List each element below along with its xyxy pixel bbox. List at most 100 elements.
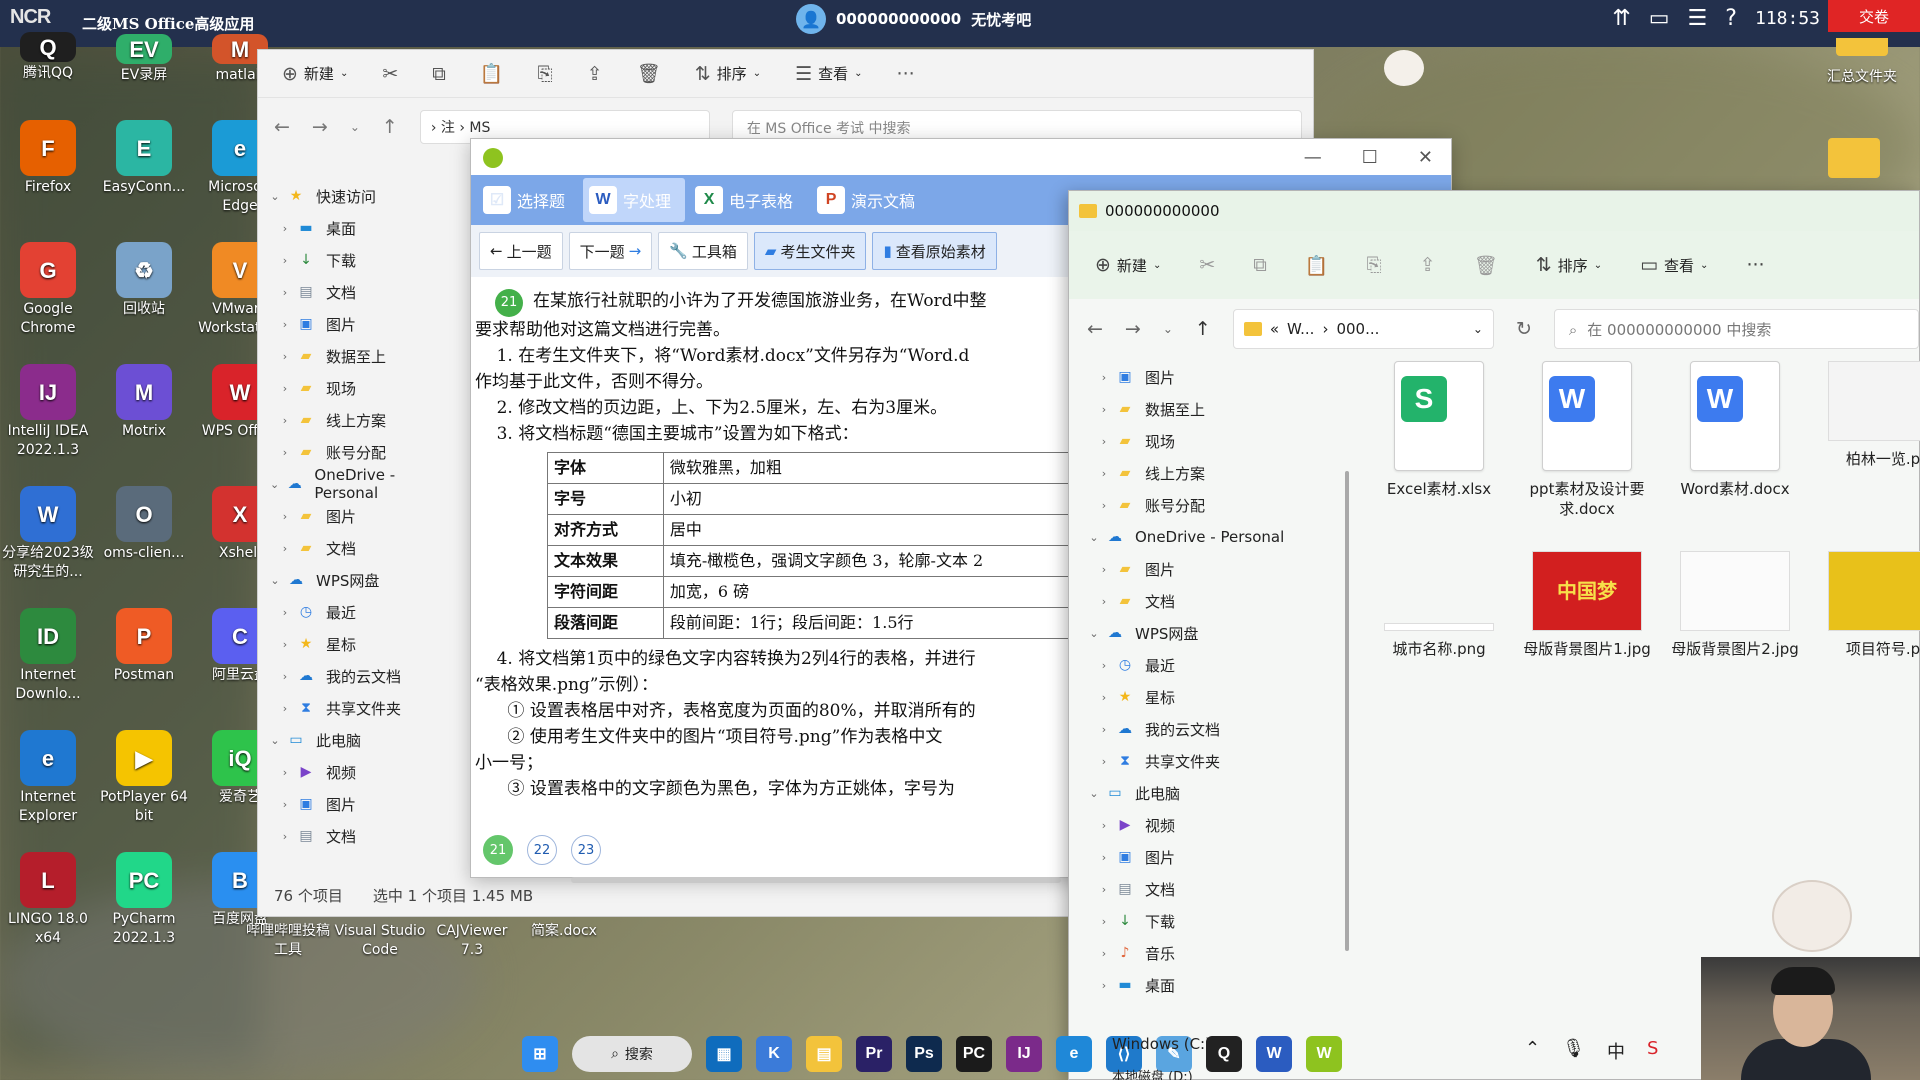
paste-icon[interactable]: 📋 [1305,254,1329,277]
chevron-right-icon[interactable]: › [274,670,296,683]
desktop-icon[interactable]: W 分享给2023级研究生的... [0,486,96,582]
sidebar-item[interactable]: › ▰ 现场 [258,372,458,404]
file-item[interactable]: S Excel素材.xlsx [1369,361,1509,499]
desktop-icon[interactable]: F Firefox [0,120,96,197]
desktop-folder-summary[interactable]: 汇总文件夹 [1812,38,1912,86]
sidebar-item[interactable]: ⌄ ☁ OneDrive - Personal [258,466,458,502]
sidebar-item[interactable]: › ▣ 图片 [1069,841,1349,873]
chevron-down-icon[interactable]: ⌄ [264,190,286,203]
chevron-right-icon[interactable]: › [274,830,296,843]
chevron-right-icon[interactable]: › [274,606,296,619]
wps-tray-icon[interactable]: S [1647,1038,1658,1064]
sidebar-item[interactable]: › ★ 星标 [258,628,458,660]
page-number-button[interactable]: 23 [571,835,601,865]
chevron-right-icon[interactable]: › [1093,819,1115,832]
sidebar-item[interactable]: › ▰ 图片 [1069,553,1349,585]
minimize-icon[interactable]: — [1304,147,1322,168]
tab-ppt[interactable]: P 演示文稿 [811,178,929,222]
chevron-right-icon[interactable]: › [1093,915,1115,928]
sidebar-item[interactable]: › ▰ 数据至上 [1069,393,1349,425]
sidebar-item[interactable]: › ▰ 账号分配 [1069,489,1349,521]
sidebar-item[interactable]: ⌄ ☁ WPS网盘 [258,564,458,596]
sidebar-item[interactable]: › ▬ 桌面 [258,212,458,244]
share-icon[interactable]: ⇪ [587,63,603,85]
desktop-icon[interactable]: Ooms-clien... [96,486,192,563]
sidebar-item[interactable]: › ☁ 我的云文档 [258,660,458,692]
cut-icon[interactable]: ✂ [1199,254,1215,276]
desktop-icon[interactable]: ▶ PotPlayer 64 bit [96,730,192,826]
chevron-down-icon[interactable]: ⌄ [1083,531,1105,544]
page-number-button[interactable]: 22 [527,835,557,865]
photoshop-icon[interactable]: Ps [906,1036,942,1072]
file-item[interactable]: Wppt素材及设计要求.docx [1517,361,1657,519]
desktop-icon[interactable]: G Google Chrome [0,242,96,338]
sidebar-item[interactable]: › ⧗ 共享文件夹 [258,692,458,724]
sidebar-item[interactable]: › ▤ 文档 [1069,873,1349,905]
chevron-right-icon[interactable]: › [1093,563,1115,576]
sort-button[interactable]: ⇅ 排序 ⌄ [1536,254,1602,276]
new-button[interactable]: ⊕ 新建 ⌄ [1095,254,1161,276]
file-item[interactable]: 母版背景图片2.jpg [1665,551,1805,659]
sidebar-item[interactable]: › ↓ 下载 [1069,905,1349,937]
qq-icon[interactable]: Q [1206,1036,1242,1072]
address-bar[interactable]: « W... › 000... ⌄ [1232,309,1494,349]
sidebar-item[interactable]: ⌄ ☁ OneDrive - Personal [1069,521,1349,553]
sidebar-item[interactable]: ⌄ ☁ WPS网盘 [1069,617,1349,649]
chevron-right-icon[interactable]: › [1093,947,1115,960]
pycharm-icon[interactable]: PC [956,1036,992,1072]
sidebar-item[interactable]: › ▰ 图片 [258,500,458,532]
chevron-right-icon[interactable]: › [274,318,296,331]
share-icon[interactable]: ⇪ [1420,254,1436,276]
desktop-icon[interactable]: PC PyCharm 2022.1.3 [96,852,192,948]
chevron-right-icon[interactable]: › [1093,691,1115,704]
sort-button[interactable]: ⇅ 排序 ⌄ [695,63,761,85]
sidebar-item[interactable]: ⌄ ▭ 此电脑 [258,724,458,756]
collapse-icon[interactable]: ⇈ [1612,6,1630,31]
chevron-right-icon[interactable]: › [274,382,296,395]
sidebar-item[interactable]: › ▰ 文档 [1069,585,1349,617]
chevron-down-icon[interactable]: ⌄ [1473,322,1483,336]
chevron-right-icon[interactable]: › [1093,595,1115,608]
up-icon[interactable]: ↑ [1195,318,1211,340]
chevron-right-icon[interactable]: › [274,254,296,267]
sidebar-item[interactable]: › ▰ 文档 [258,532,458,564]
sidebar-item[interactable]: › ▰ 账号分配 [258,436,458,468]
sidebar-item[interactable]: › ▬ 桌面 [1069,969,1349,1001]
sidebar-item[interactable]: › ▶ 视频 [258,756,458,788]
forward-icon[interactable]: → [312,116,328,138]
cut-icon[interactable]: ✂ [382,63,398,85]
chevron-right-icon[interactable]: › [274,222,296,235]
breadcrumb-item[interactable]: W... [1287,320,1314,338]
chevron-right-icon[interactable]: › [1093,403,1115,416]
desktop-icon[interactable]: Q 腾讯QQ [0,32,96,83]
history-chevron-icon[interactable]: ⌄ [1163,322,1173,336]
copy-icon[interactable]: ⧉ [432,63,446,85]
sidebar-item[interactable]: › ▶ 视频 [1069,809,1349,841]
file-explorer-icon[interactable]: ▤ [806,1036,842,1072]
view-button[interactable]: ☰ 查看 ⌄ [795,63,862,85]
submit-exam-button[interactable]: 交卷 [1828,0,1920,32]
chevron-down-icon[interactable]: ⌄ [264,734,286,747]
chevron-up-icon[interactable]: ⌃ [1525,1038,1540,1064]
exam-icon[interactable]: W [1306,1036,1342,1072]
sidebar-item[interactable]: › ☁ 我的云文档 [1069,713,1349,745]
chevron-right-icon[interactable]: › [274,510,296,523]
file-item[interactable]: 中国梦 母版背景图片1.jpg [1517,551,1657,659]
sidebar-item[interactable]: › ★ 星标 [1069,681,1349,713]
microphone-icon[interactable]: 🎙 [1562,1038,1585,1064]
sidebar-item[interactable]: › ▰ 线上方案 [1069,457,1349,489]
desktop-icon[interactable]: 简案.docx [516,922,612,941]
copy-icon[interactable]: ⧉ [1253,254,1267,276]
desktop-icon[interactable]: L LINGO 18.0 x64 [0,852,96,948]
chevron-right-icon[interactable]: › [274,702,296,715]
desktop-icon[interactable]: 哔哩哔哩投稿工具 [240,922,336,960]
chevron-right-icon[interactable]: › [274,286,296,299]
sidebar-item[interactable]: › ▣ 图片 [258,308,458,340]
desktop-folder-icon[interactable] [1828,138,1880,178]
chevron-right-icon[interactable]: › [274,446,296,459]
file-item[interactable]: 城市名称.png [1369,551,1509,659]
chevron-right-icon[interactable]: › [1093,883,1115,896]
desktop-icon[interactable]: e Internet Explorer [0,730,96,826]
sidebar-scrollbar[interactable] [1345,471,1349,951]
chevron-right-icon[interactable]: › [274,638,296,651]
